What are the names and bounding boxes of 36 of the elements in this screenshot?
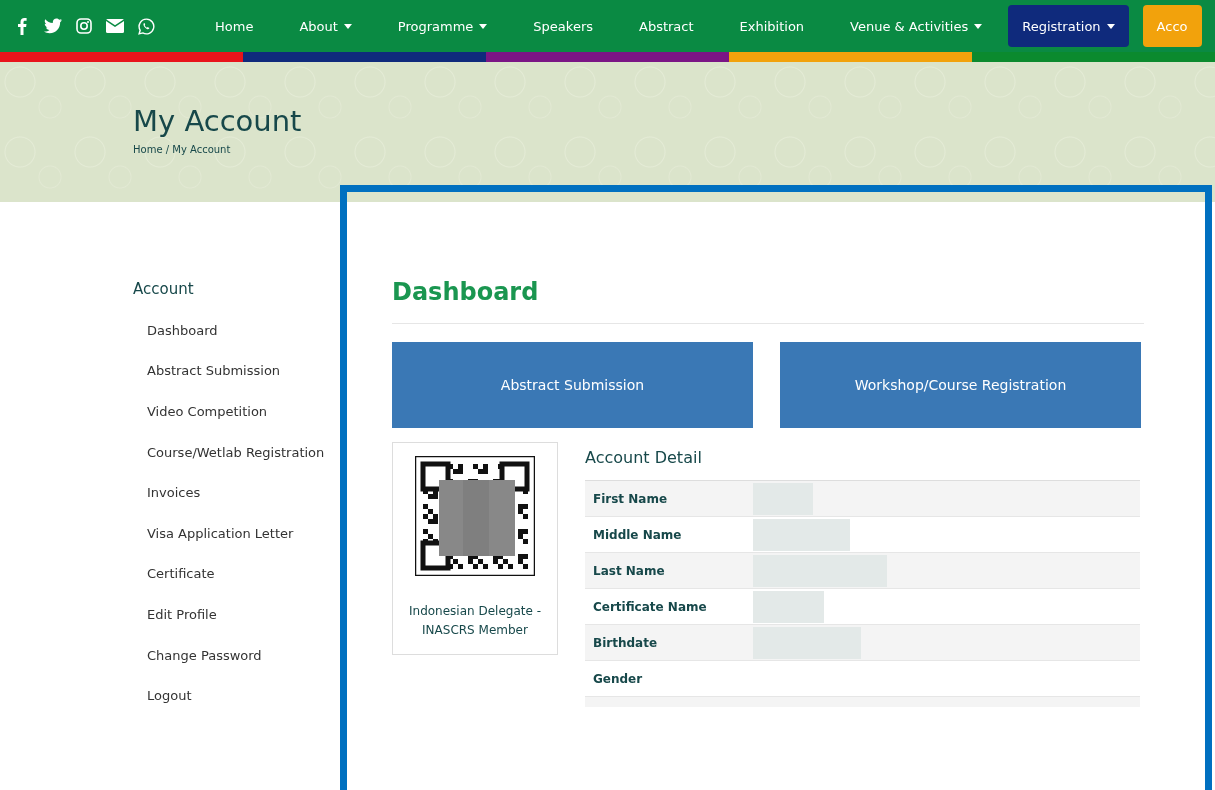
sidebar-link[interactable]: Change Password	[133, 634, 393, 676]
sidebar-link[interactable]: Abstract Submission	[133, 350, 393, 392]
table-cell-text: Middle Name	[592, 527, 683, 542]
page-title: My Account	[133, 104, 303, 138]
table-cell-text: First Name	[592, 491, 669, 506]
dashboard-button[interactable]: Workshop/Course Registration	[780, 342, 1141, 428]
member-type-caption: Indonesian Delegate - INASCRS Member	[408, 603, 542, 639]
nav-link[interactable]: Speakers	[517, 5, 609, 47]
section-heading: Account Detail	[585, 447, 703, 469]
nav-link[interactable]: Abstract	[623, 5, 710, 47]
sidebar-link[interactable]: Visa Application Letter	[133, 512, 393, 554]
table-cell-text: Gender	[592, 671, 644, 686]
table-cell-text: Certificate Name	[592, 599, 708, 614]
sidebar-link[interactable]: Edit Profile	[133, 594, 393, 635]
nav-link[interactable]: About	[283, 5, 368, 47]
caret-icon	[974, 23, 983, 29]
dashboard-title: Dashboard	[392, 277, 540, 306]
nav-link[interactable]: Exhibition	[723, 5, 821, 47]
caret-icon	[343, 23, 352, 29]
caret-icon	[479, 23, 488, 29]
nav-link[interactable]: Venue & Activities	[834, 5, 999, 47]
sidebar-link[interactable]: Course/Wetlab Registration	[133, 431, 393, 473]
sidebar-link[interactable]: Invoices	[133, 472, 393, 513]
sidebar-link[interactable]: Certificate	[133, 553, 393, 595]
dashboard-button[interactable]: Abstract Submission	[392, 342, 753, 428]
nav-link[interactable]: Home	[199, 5, 270, 47]
sidebar-link[interactable]: Logout	[133, 675, 393, 716]
table-cell-text: Birthdate	[592, 635, 659, 650]
sidebar-link[interactable]: Dashboard	[133, 310, 393, 351]
caret-icon	[1106, 23, 1115, 29]
breadcrumb: Home / My Account	[133, 144, 232, 155]
sidebar-link[interactable]: Video Competition	[133, 391, 393, 432]
nav-button[interactable]: Registration	[1008, 5, 1129, 47]
sidebar-heading: Account	[133, 280, 195, 298]
table-cell-text: Last Name	[592, 563, 666, 578]
nav-link[interactable]: Programme	[381, 5, 504, 47]
